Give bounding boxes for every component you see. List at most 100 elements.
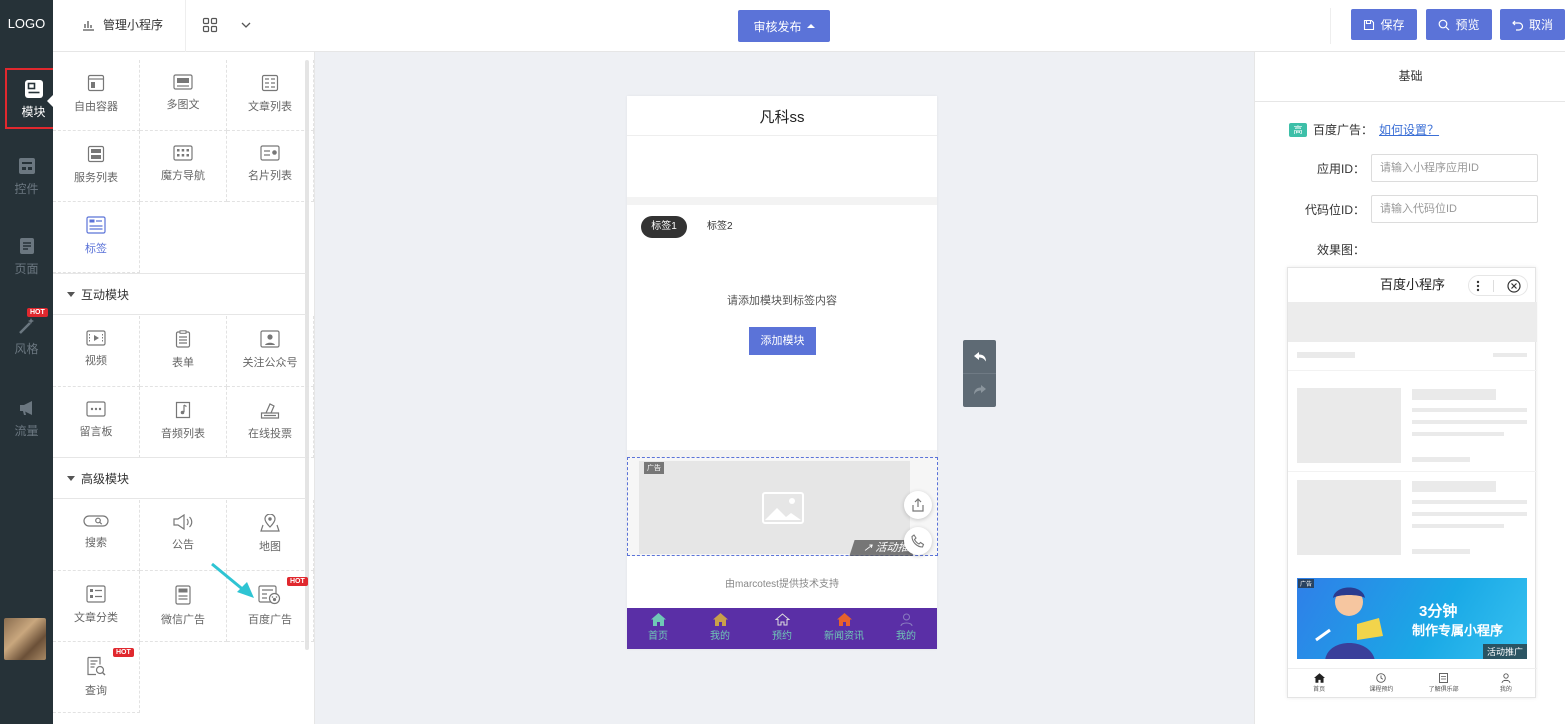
section-title: 互动模块 bbox=[81, 288, 130, 302]
nav-item-traffic[interactable]: 流量 bbox=[0, 398, 53, 458]
skeleton-line bbox=[1412, 389, 1496, 400]
card-list-icon bbox=[260, 145, 280, 161]
module-query[interactable]: HOT 查询 bbox=[53, 642, 140, 713]
apps-grid-icon[interactable] bbox=[202, 17, 218, 33]
annotation-arrow-icon bbox=[211, 562, 254, 598]
search-icon bbox=[83, 515, 109, 527]
top-bar: LOGO 管理小程序 审核发布 保存 预览 取消 bbox=[0, 0, 1565, 52]
module-follow-account[interactable]: 关注公众号 bbox=[227, 316, 314, 387]
module-label: 名片列表 bbox=[248, 170, 292, 182]
chevron-down-icon[interactable] bbox=[240, 19, 252, 31]
save-label: 保存 bbox=[1380, 18, 1405, 32]
follow-account-icon bbox=[260, 330, 280, 348]
vote-icon bbox=[260, 403, 280, 419]
module-form[interactable]: 表单 bbox=[140, 316, 227, 387]
search-icon bbox=[1439, 19, 1450, 30]
close-circle-icon bbox=[1506, 278, 1521, 293]
section-advanced[interactable]: 高级模块 bbox=[53, 457, 306, 499]
user-icon bbox=[900, 613, 912, 626]
widget-icon bbox=[18, 158, 35, 174]
skeleton-line bbox=[1412, 481, 1496, 492]
module-label: 视频 bbox=[85, 355, 107, 367]
module-free-container[interactable]: 自由容器 bbox=[53, 60, 140, 131]
panel-tab-basic[interactable]: 基础 bbox=[1255, 52, 1565, 102]
undo-icon bbox=[973, 351, 986, 361]
skeleton-line bbox=[1412, 420, 1527, 424]
effect-tab-label: 首页 bbox=[1313, 687, 1326, 693]
ad-tag: 广告 bbox=[644, 462, 664, 474]
query-icon bbox=[87, 656, 106, 676]
avatar[interactable] bbox=[4, 618, 46, 660]
module-article-list[interactable]: 文章列表 bbox=[227, 60, 314, 131]
tab-2[interactable]: 标签2 bbox=[707, 216, 733, 238]
module-tab[interactable]: 标签 bbox=[53, 202, 140, 273]
skeleton-image bbox=[1297, 480, 1401, 555]
save-button[interactable]: 保存 bbox=[1351, 9, 1417, 40]
module-message-board[interactable]: 留言板 bbox=[53, 387, 140, 458]
tabbar-label: 首页 bbox=[648, 631, 668, 642]
cartoon-person-icon bbox=[1315, 587, 1383, 659]
redo-button[interactable] bbox=[963, 373, 996, 406]
module-audio-list[interactable]: 音频列表 bbox=[140, 387, 227, 458]
skeleton-line bbox=[1493, 353, 1527, 357]
baidu-ad-badge: 高 bbox=[1289, 122, 1307, 137]
nav-item-style[interactable]: HOT 风格 bbox=[0, 308, 53, 376]
tabbar-item-home[interactable]: 首页 bbox=[627, 608, 689, 649]
add-module-button[interactable]: 添加模块 bbox=[749, 327, 816, 355]
module-label: 多图文 bbox=[166, 99, 200, 111]
module-label: 在线投票 bbox=[248, 428, 292, 440]
baidu-ad-row: 高 百度广告： 如何设置？ bbox=[1289, 121, 1439, 138]
section-interactive[interactable]: 互动模块 bbox=[53, 273, 306, 315]
tabbar-item-mine[interactable]: 我的 bbox=[689, 608, 751, 649]
module-announcement[interactable]: 公告 bbox=[140, 500, 227, 571]
tabbar-item-news[interactable]: 新闻资讯 bbox=[813, 608, 875, 649]
baidu-ad-label: 百度广告： bbox=[1313, 123, 1374, 137]
module-label: 表单 bbox=[172, 357, 194, 369]
phone-icon bbox=[911, 534, 925, 548]
mini-capsule bbox=[1468, 275, 1528, 296]
nav-item-widget[interactable]: 控件 bbox=[0, 156, 53, 216]
powered-by: 由marcotest提供技术支持 bbox=[725, 579, 839, 590]
phone-tabbar: 首页 我的 预约 新闻资讯 我的 bbox=[627, 608, 937, 649]
message-board-icon bbox=[86, 401, 106, 417]
article-category-icon bbox=[86, 585, 106, 603]
effect-ad-banner: 广告 3分钟 制作专属小程序 活动推广 bbox=[1297, 578, 1527, 659]
app-id-input[interactable]: 请输入小程序应用ID bbox=[1371, 154, 1538, 182]
banner-promo-tag: 活动推广 bbox=[1482, 644, 1527, 659]
document-icon bbox=[1439, 673, 1449, 683]
undo-button[interactable] bbox=[963, 340, 996, 373]
slot-id-input[interactable]: 请输入代码位ID bbox=[1371, 195, 1538, 223]
tab-1[interactable]: 标签1 bbox=[641, 216, 687, 238]
module-cube-nav[interactable]: 魔方导航 bbox=[140, 131, 227, 202]
module-vote[interactable]: 在线投票 bbox=[227, 387, 314, 458]
nav-item-page[interactable]: 页面 bbox=[0, 236, 53, 296]
home-icon bbox=[1313, 673, 1325, 683]
nav-item-label: 模块 bbox=[21, 105, 46, 119]
module-label: 魔方导航 bbox=[161, 170, 205, 182]
share-button[interactable] bbox=[904, 491, 932, 519]
cancel-button[interactable]: 取消 bbox=[1500, 9, 1565, 40]
module-label: 关注公众号 bbox=[242, 357, 298, 369]
image-text-icon bbox=[173, 74, 193, 90]
how-to-setup-link[interactable]: 如何设置？ bbox=[1379, 121, 1439, 138]
tabbar-item-booking[interactable]: 预约 bbox=[751, 608, 813, 649]
app-name[interactable]: 管理小程序 bbox=[82, 16, 163, 33]
publish-button[interactable]: 审核发布 bbox=[738, 10, 830, 42]
wechat-ad-icon bbox=[175, 585, 191, 605]
logo: LOGO bbox=[0, 0, 53, 52]
module-search[interactable]: 搜索 bbox=[53, 500, 140, 571]
module-map[interactable]: 地图 bbox=[227, 500, 314, 571]
module-service-list[interactable]: 服务列表 bbox=[53, 131, 140, 202]
skeleton-line bbox=[1412, 512, 1527, 516]
preview-button[interactable]: 预览 bbox=[1426, 9, 1492, 40]
module-label: 服务列表 bbox=[74, 172, 118, 184]
phone-call-button[interactable] bbox=[904, 527, 932, 555]
baidu-ad-block[interactable]: 广告 ↗︎ 活动推 bbox=[627, 457, 938, 556]
share-icon bbox=[912, 498, 924, 512]
tabbar-item-profile[interactable]: 我的 bbox=[875, 608, 937, 649]
module-article-category[interactable]: 文章分类 bbox=[53, 571, 140, 642]
module-video[interactable]: 视频 bbox=[53, 316, 140, 387]
module-multi-image-text[interactable]: 多图文 bbox=[140, 60, 227, 131]
module-label: 搜索 bbox=[85, 537, 107, 549]
module-card-list[interactable]: 名片列表 bbox=[227, 131, 314, 202]
